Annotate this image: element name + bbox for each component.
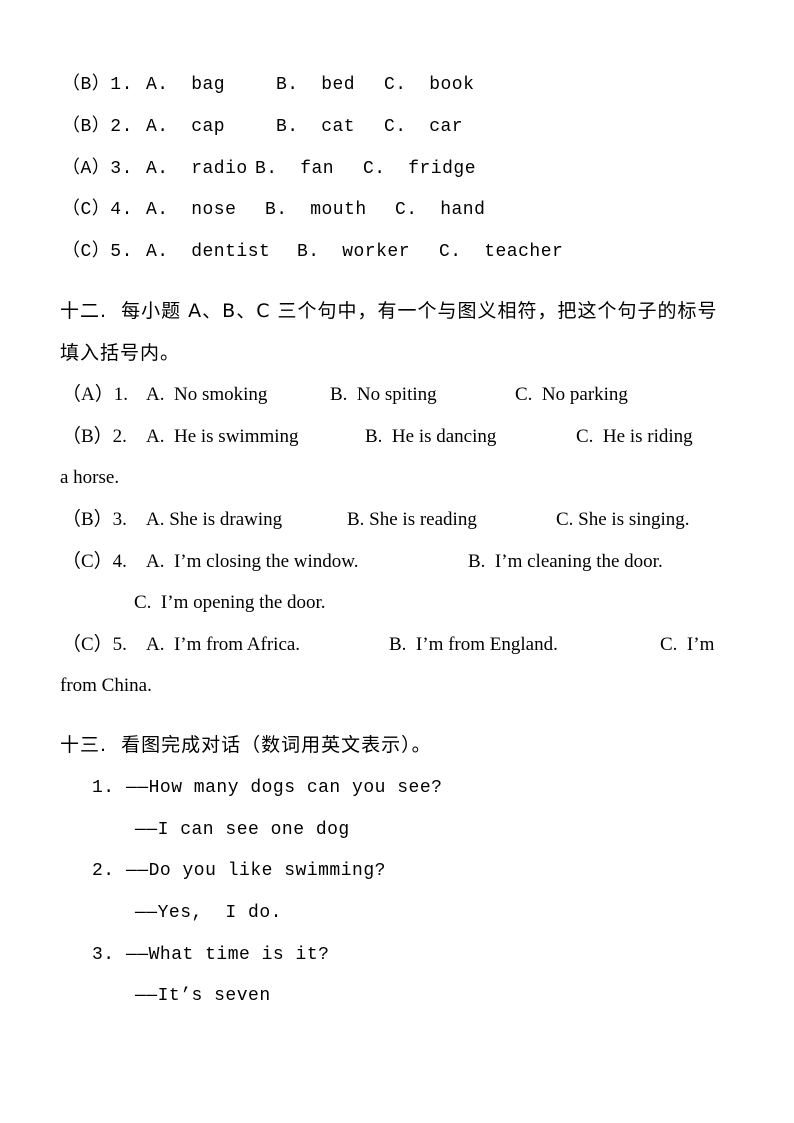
list-item-continuation: a horse. — [60, 467, 120, 488]
option-a: A. dentist — [146, 242, 271, 262]
option-b: B. I’m from England. — [389, 634, 558, 655]
list-item: （B）2. A. cap B. cat C. car — [62, 116, 762, 138]
dialog-question: 2. ——Do you like swimming? — [92, 860, 692, 882]
option-c: C. car — [384, 117, 464, 137]
option-c: C. teacher — [439, 242, 564, 262]
option-a: A. No smoking — [146, 384, 268, 405]
option-b: B. No spiting — [330, 384, 437, 405]
option-c: C. I’m — [660, 634, 715, 655]
list-item: （A）3. A. radio B. fan C. fridge — [62, 158, 762, 180]
list-item-continuation: from China. — [60, 675, 152, 696]
list-item: （A）1. A. No smoking B. No spiting C. No … — [62, 384, 762, 406]
answer-number: （C）5. — [62, 634, 127, 655]
list-item: （C）5. A. I’m from Africa. B. I’m from En… — [62, 634, 762, 656]
option-b: B. She is reading — [347, 509, 477, 530]
option-c: C. She is singing. — [556, 509, 690, 530]
list-item: （B）3. A. She is drawing B. She is readin… — [62, 509, 762, 531]
dialog-number: 3. — [92, 945, 115, 965]
section-heading: 十三. 看图完成对话（数词用英文表示）。 — [60, 734, 432, 756]
answer-number: （B）3. — [62, 509, 127, 530]
option-b: B. bed — [276, 75, 356, 95]
option-c: C. fridge — [363, 159, 477, 179]
dialog-number: 2. — [92, 861, 115, 881]
option-a: A. I’m closing the window. — [146, 551, 359, 572]
option-c: C. hand — [395, 200, 486, 220]
option-a: A. She is drawing — [146, 509, 283, 530]
dialog-answer: ——It’s seven — [135, 986, 271, 1006]
question-text: ——What time is it? — [126, 945, 330, 965]
option-b: B. mouth — [265, 200, 367, 220]
option-b: B. I’m cleaning the door. — [468, 551, 663, 572]
answer-number: （A）3. — [62, 159, 133, 179]
option-a: A. He is swimming — [146, 426, 299, 447]
option-b: B. He is dancing — [365, 426, 497, 447]
dialog-question: 1. ——How many dogs can you see? — [92, 777, 692, 799]
option-a: A. cap — [146, 117, 226, 137]
list-item: （B）2. A. He is swimming B. He is dancing… — [62, 426, 762, 448]
question-text: ——How many dogs can you see? — [126, 778, 443, 798]
question-text: ——Do you like swimming? — [126, 861, 386, 881]
option-a: A. nose — [146, 200, 237, 220]
option-a: A. bag — [146, 75, 226, 95]
option-a: A. I’m from Africa. — [146, 634, 301, 655]
option-b: B. fan — [255, 159, 335, 179]
dialog-answer: ——Yes, I do. — [135, 903, 282, 923]
list-item: （C）5. A. dentist B. worker C. teacher — [62, 241, 762, 263]
answer-number: （C）4. — [62, 551, 127, 572]
answer-number: （B）2. — [62, 117, 133, 137]
option-c: C. I’m opening the door. — [134, 592, 326, 613]
option-a: A. radio — [146, 159, 248, 179]
option-b: B. worker — [297, 242, 411, 262]
answer-number: （B）1. — [62, 75, 133, 95]
answer-number: （C）5. — [62, 242, 133, 262]
answer-number: （C）4. — [62, 200, 133, 220]
section-heading-continued: 填入括号内。 — [60, 342, 181, 364]
dialog-question: 3. ——What time is it? — [92, 944, 692, 966]
dialog-number: 1. — [92, 778, 115, 798]
option-c: C. No parking — [515, 384, 628, 405]
dialog-answer: ——I can see one dog — [135, 820, 350, 840]
option-c: C. book — [384, 75, 475, 95]
option-c: C. He is riding — [576, 426, 693, 447]
answer-number: （A）1. — [62, 384, 128, 405]
list-item: （C）4. A. nose B. mouth C. hand — [62, 199, 762, 221]
answer-number: （B）2. — [62, 426, 127, 447]
list-item: （B）1. A. bag B. bed C. book — [62, 74, 762, 96]
option-b: B. cat — [276, 117, 356, 137]
list-item: （C）4. A. I’m closing the window. B. I’m … — [62, 551, 762, 573]
section-heading: 十二. 每小题 A、B、C 三个句中，有一个与图义相符，把这个句子的标号 — [60, 300, 718, 322]
